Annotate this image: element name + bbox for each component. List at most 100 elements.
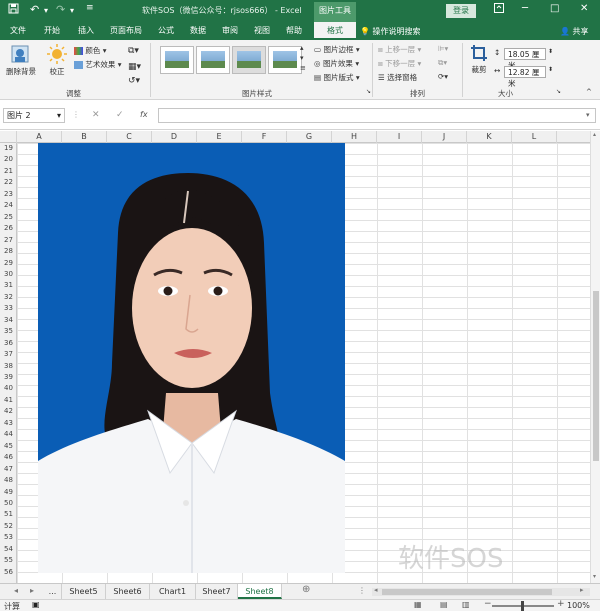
row-header[interactable]: 33 <box>0 303 17 314</box>
name-box[interactable]: 图片 2 ▾ <box>3 108 65 123</box>
tab-file[interactable]: 文件 <box>10 25 26 36</box>
tab-home[interactable]: 开始 <box>44 25 60 36</box>
zoom-in-icon[interactable]: + <box>557 599 565 609</box>
tab-split-handle-icon[interactable]: ⋮ <box>358 586 366 595</box>
column-header[interactable]: B <box>62 131 107 143</box>
column-header[interactable]: G <box>287 131 332 143</box>
row-header[interactable]: 53 <box>0 532 17 543</box>
select-all-corner[interactable] <box>0 131 17 143</box>
row-header[interactable]: 29 <box>0 258 17 269</box>
close-button[interactable]: ✕ <box>580 3 588 14</box>
row-header[interactable]: 32 <box>0 292 17 303</box>
zoom-out-icon[interactable]: − <box>484 599 492 609</box>
scroll-sheets-right-icon[interactable]: ▸ <box>30 586 34 595</box>
row-header[interactable]: 23 <box>0 189 17 200</box>
scroll-up-icon[interactable]: ▴ <box>593 131 596 138</box>
tab-data[interactable]: 数据 <box>190 25 206 36</box>
tab-review[interactable]: 审阅 <box>222 25 238 36</box>
height-field[interactable]: 18.05 厘米 <box>504 48 546 70</box>
login-button[interactable]: 登录 <box>446 4 476 18</box>
row-header[interactable]: 51 <box>0 509 17 520</box>
row-header[interactable]: 38 <box>0 361 17 372</box>
align-icon[interactable]: ⊫▾ <box>438 44 448 53</box>
row-header[interactable]: 41 <box>0 395 17 406</box>
more-sheets-button[interactable]: ... <box>44 584 62 599</box>
group-icon[interactable]: ⧉▾ <box>438 58 447 68</box>
scroll-sheets-left-icon[interactable]: ◂ <box>14 586 18 595</box>
row-header[interactable]: 30 <box>0 269 17 280</box>
selection-pane-button[interactable]: ☰ 选择窗格 <box>378 72 417 83</box>
tab-view[interactable]: 视图 <box>254 25 270 36</box>
row-header[interactable]: 34 <box>0 315 17 326</box>
picture-effects-button[interactable]: ◎ 图片效果 ▾ <box>314 58 359 69</box>
horizontal-scrollbar[interactable]: ◂ ▸ <box>372 586 590 596</box>
scroll-down-icon[interactable]: ▾ <box>593 573 596 580</box>
row-header[interactable]: 28 <box>0 246 17 257</box>
color-button[interactable]: 颜色 ▾ <box>74 45 107 56</box>
row-header[interactable]: 42 <box>0 406 17 417</box>
tab-formulas[interactable]: 公式 <box>158 25 174 36</box>
crop-button[interactable]: 裁剪 <box>468 44 490 75</box>
row-header[interactable]: 55 <box>0 555 17 566</box>
horizontal-scroll-thumb[interactable] <box>382 589 552 595</box>
row-header[interactable]: 20 <box>0 154 17 165</box>
undo-dropdown-icon[interactable]: ▾ <box>44 6 48 15</box>
scroll-right-icon[interactable]: ▸ <box>580 586 584 594</box>
row-header[interactable]: 47 <box>0 464 17 475</box>
sheet-tab[interactable]: Chart1 <box>150 584 196 599</box>
sheet-tab[interactable]: Sheet5 <box>62 584 106 599</box>
width-field[interactable]: 12.82 厘米 <box>504 66 546 88</box>
row-header[interactable]: 50 <box>0 498 17 509</box>
width-spinner-icon[interactable]: ⬍ <box>548 66 553 73</box>
tell-me-search[interactable]: 💡 操作说明搜索 <box>360 26 421 37</box>
column-header[interactable]: J <box>422 131 467 143</box>
column-header[interactable]: K <box>467 131 512 143</box>
row-header[interactable]: 22 <box>0 177 17 188</box>
change-picture-icon[interactable]: ▦▾ <box>128 62 141 72</box>
dialog-launcher-icon[interactable]: ↘ <box>366 88 371 95</box>
minimize-button[interactable]: ─ <box>522 3 528 14</box>
row-header[interactable]: 54 <box>0 544 17 555</box>
cancel-icon[interactable]: ✕ <box>92 110 100 120</box>
macro-record-icon[interactable]: ▣ <box>32 600 40 609</box>
row-header[interactable]: 48 <box>0 475 17 486</box>
row-header[interactable]: 39 <box>0 372 17 383</box>
formula-input[interactable] <box>158 108 596 123</box>
maximize-button[interactable]: □ <box>550 3 559 14</box>
undo-icon[interactable]: ↶ <box>30 3 39 16</box>
redo-icon[interactable]: ↷ <box>56 3 65 16</box>
vertical-scroll-thumb[interactable] <box>593 291 599 461</box>
picture-border-button[interactable]: ▭ 图片边框 ▾ <box>314 44 360 55</box>
tab-help[interactable]: 帮助 <box>286 25 302 36</box>
row-header[interactable]: 37 <box>0 349 17 360</box>
tab-page-layout[interactable]: 页面布局 <box>110 25 142 36</box>
size-dialog-launcher-icon[interactable]: ↘ <box>556 88 561 95</box>
page-break-view-icon[interactable]: ▥ <box>462 600 470 609</box>
row-header[interactable]: 43 <box>0 418 17 429</box>
picture-style-1[interactable] <box>160 46 194 74</box>
remove-background-button[interactable]: 删除背景 <box>6 44 36 77</box>
redo-dropdown-icon[interactable]: ▾ <box>70 6 74 15</box>
row-header[interactable]: 45 <box>0 441 17 452</box>
corrections-button[interactable]: 校正 <box>46 44 68 77</box>
rotate-icon[interactable]: ⟳▾ <box>438 72 448 81</box>
normal-view-icon[interactable]: ▦ <box>414 600 422 609</box>
reset-picture-icon[interactable]: ↺▾ <box>128 76 140 86</box>
column-header[interactable]: C <box>107 131 152 143</box>
vertical-scrollbar[interactable]: ▴ ▾ <box>590 131 600 583</box>
row-header[interactable]: 26 <box>0 223 17 234</box>
row-header[interactable]: 27 <box>0 235 17 246</box>
zoom-slider-thumb[interactable] <box>521 601 524 611</box>
column-header[interactable]: H <box>332 131 377 143</box>
sheet-tab[interactable]: Sheet7 <box>196 584 238 599</box>
column-header[interactable]: I <box>377 131 422 143</box>
row-header[interactable]: 56 <box>0 567 17 578</box>
picture-style-4[interactable] <box>268 46 302 74</box>
page-layout-view-icon[interactable]: ▤ <box>440 600 448 609</box>
column-header[interactable]: F <box>242 131 287 143</box>
column-header[interactable]: D <box>152 131 197 143</box>
row-header[interactable]: 19 <box>0 143 17 154</box>
gallery-scroll-up-icon[interactable]: ▴ <box>300 44 304 52</box>
zoom-level[interactable]: 100% <box>567 601 590 610</box>
row-header[interactable]: 24 <box>0 200 17 211</box>
